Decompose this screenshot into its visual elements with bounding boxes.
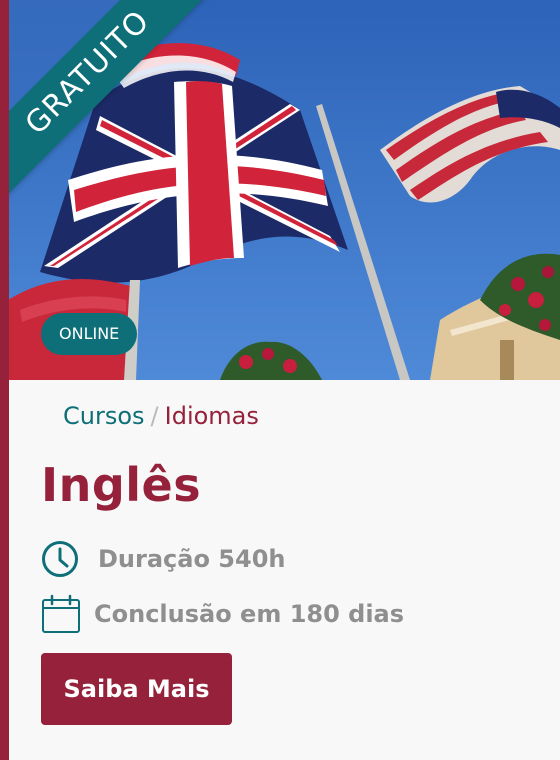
completion-text: Conclusão em 180 dias <box>94 600 405 628</box>
saiba-mais-button[interactable]: Saiba Mais <box>41 653 232 725</box>
accent-stripe <box>0 0 9 760</box>
breadcrumb-cursos-link[interactable]: Cursos <box>63 402 145 430</box>
completion-row: Conclusão em 180 dias <box>41 594 404 634</box>
clock-icon <box>41 540 79 578</box>
duration-text: Duração 540h <box>98 545 286 573</box>
breadcrumb-separator: / <box>150 402 159 430</box>
duration-row: Duração 540h <box>41 540 286 578</box>
course-title: Inglês <box>41 458 202 512</box>
calendar-icon <box>41 594 81 634</box>
modality-badge: ONLINE <box>41 313 138 355</box>
course-card[interactable]: GRATUITO ONLINE Cursos / Idiomas Inglês Du… <box>0 0 560 760</box>
breadcrumb-idiomas-link[interactable]: Idiomas <box>165 402 259 430</box>
breadcrumb: Cursos / Idiomas <box>63 402 259 430</box>
